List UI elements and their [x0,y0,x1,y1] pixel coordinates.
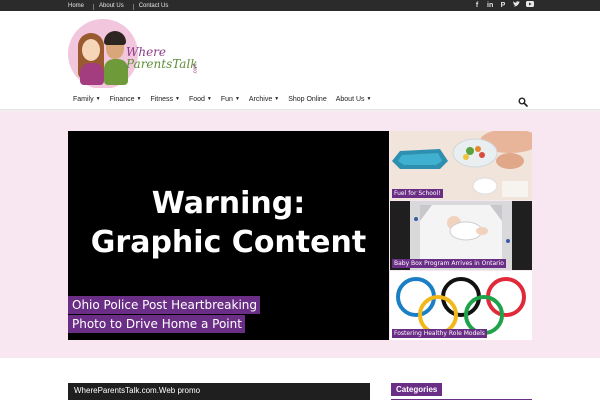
logo-mom-face [82,39,100,61]
main-nav: Family ▼ Finance ▼ Fitness ▼ Food ▼ Fun ▼ Arc… [0,88,600,110]
chevron-down-icon: ▼ [366,96,372,102]
featured-side-post-1[interactable]: Fuel for School! [390,131,532,200]
featured-image-text: Warning: Graphic Content [68,184,389,262]
nav-item-label: About Us [335,95,365,103]
nav-item-food[interactable]: Food ▼ [189,96,212,103]
nav-item-finance[interactable]: Finance ▼ [110,96,142,103]
chevron-down-icon: ▼ [234,96,240,102]
youtube-icon[interactable] [526,0,534,11]
featured-main-post[interactable]: Warning: Graphic Content Ohio Police Pos… [68,131,389,340]
nav-item-family[interactable]: Family ▼ [73,96,101,103]
chevron-down-icon: ▼ [175,96,180,102]
twitter-icon[interactable] [513,0,520,11]
nav-item-about-us[interactable]: About Us ▼ [336,96,372,103]
nav-item-label: Food [188,95,205,103]
featured-side-label: Fuel for School! [392,189,443,198]
logo-mom-body [80,63,104,85]
featured-side-post-3[interactable]: Fostering Healthy Role Models [390,271,532,340]
top-link-about-us[interactable]: About Us [99,3,134,10]
site-logo[interactable]: Where ParentsTalk .com [68,19,203,89]
logo-wordmark: Where ParentsTalk [126,46,198,70]
featured-image-text-line1: Warning: [151,186,306,221]
categories-title: Categories [391,383,443,396]
featured-side-label: Fostering Healthy Role Models [392,329,487,338]
nav-item-label: Family [73,95,94,103]
nav-item-shop-online[interactable]: Shop Online [288,96,327,103]
linkedin-icon[interactable]: in [487,0,493,11]
logo-dad-body [104,59,128,85]
top-link-home[interactable]: Home [68,3,95,10]
nav-item-label: Fitness [150,95,173,103]
pinterest-icon[interactable]: P [500,0,506,11]
top-links: Home About Us Contact Us [68,0,183,11]
chevron-down-icon: ▼ [95,96,101,102]
nav-items: Family ▼ Finance ▼ Fitness ▼ Food ▼ Fun ▼ Arc… [73,88,380,110]
featured-side-label: Baby Box Program Arrives in Ontario [392,259,506,268]
nav-item-label: Fun [220,95,233,103]
logo-word-parentstalk: ParentsTalk [126,57,198,71]
promo-video-title: WhereParentsTalk.com.Web promo [74,386,201,395]
chevron-down-icon: ▼ [274,96,280,102]
nav-item-fitness[interactable]: Fitness ▼ [150,96,180,103]
featured-caption-line2: Photo to Drive Home a Point [68,315,245,333]
nav-item-label: Archive [248,95,273,103]
facebook-icon[interactable]: f [474,0,480,11]
search-icon[interactable] [518,94,528,107]
logo-word-com: .com [192,63,199,75]
top-bar: Home About Us Contact Us f in P [0,0,600,11]
nav-item-archive[interactable]: Archive ▼ [249,96,279,103]
social-links: f in P [474,0,534,11]
featured-side-post-2[interactable]: Baby Box Program Arrives in Ontario [390,201,532,270]
featured-caption-line1: Ohio Police Post Heartbreaking [68,296,261,314]
promo-video-header[interactable]: WhereParentsTalk.com.Web promo [68,383,370,400]
nav-item-label: Finance [109,95,135,103]
nav-item-fun[interactable]: Fun ▼ [221,96,240,103]
nav-item-label: Shop Online [288,95,327,103]
categories-widget-header: Categories [391,383,532,400]
chevron-down-icon: ▼ [206,96,212,102]
top-link-contact-us[interactable]: Contact Us [139,3,177,9]
chevron-down-icon: ▼ [136,96,142,102]
featured-image-text-line2: Graphic Content [90,225,367,260]
featured-caption[interactable]: Ohio Police Post Heartbreaking Photo to … [68,296,261,334]
